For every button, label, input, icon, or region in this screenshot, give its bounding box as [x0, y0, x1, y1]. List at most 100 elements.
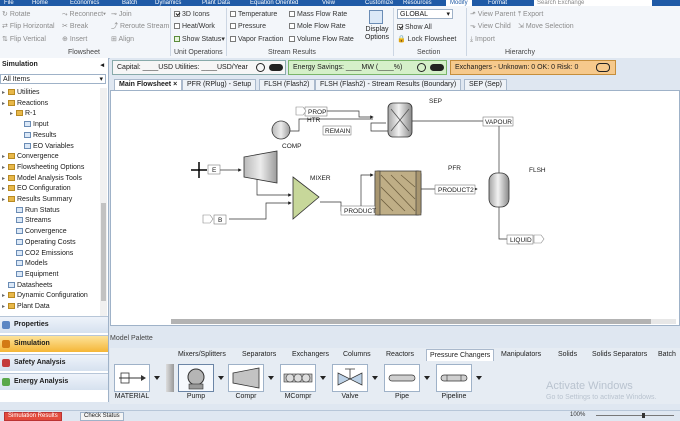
mixer-block[interactable]: MIXER	[292, 175, 331, 220]
tree-item[interactable]: ▸ Reactions	[2, 99, 48, 109]
tree-item[interactable]: Streams	[10, 216, 51, 226]
nav-properties-button[interactable]: Properties	[0, 316, 108, 333]
check-status-button[interactable]: Check Status	[80, 412, 124, 421]
palette-item-pump[interactable]: Pump	[178, 364, 214, 402]
nav-simulation-button[interactable]: Simulation	[0, 335, 108, 352]
vapor-fraction-checkbox[interactable]: Vapor Fraction	[230, 35, 283, 44]
tree-item[interactable]: Input	[18, 120, 49, 130]
reroute-stream-button[interactable]: ⤴ Reroute Stream	[111, 22, 169, 31]
tree-item[interactable]: Run Status	[10, 206, 60, 216]
palette-tab-batch[interactable]: Batch	[658, 349, 676, 361]
nav-safety-analysis-button[interactable]: Safety Analysis	[0, 354, 108, 371]
volume-flow-rate-checkbox[interactable]: Volume Flow Rate	[289, 35, 354, 44]
display-options-button[interactable]: Display Options	[362, 10, 390, 46]
toggle-switch-icon[interactable]	[269, 64, 283, 71]
exchangers-panel[interactable]: Exchangers - Unknown: 0 OK: 0 Risk: 0	[450, 60, 616, 75]
rotate-button[interactable]: ↻ Rotate	[2, 10, 30, 19]
show-all-checkbox[interactable]: Show All	[397, 23, 432, 32]
stream-b-line[interactable]	[229, 201, 292, 220]
chevron-left-icon[interactable]: ◂	[100, 61, 104, 69]
tree-item[interactable]: ▸ R-1	[10, 109, 36, 119]
3d-icons-checkbox[interactable]: 3D Icons	[174, 10, 210, 19]
insert-button[interactable]: ⊕ Insert	[62, 35, 87, 44]
mass-flow-rate-checkbox[interactable]: Mass Flow Rate	[289, 10, 347, 19]
chevron-down-icon[interactable]	[476, 376, 482, 380]
flip-horizontal-button[interactable]: ⇄ Flip Horizontal	[2, 22, 55, 31]
chevron-down-icon[interactable]	[424, 376, 430, 380]
palette-tab-separators[interactable]: Separators	[242, 349, 276, 361]
chevron-down-icon[interactable]	[218, 376, 224, 380]
palette-item-pipeline[interactable]: Pipeline	[436, 364, 472, 402]
view-parent-button[interactable]: ⬏ View Parent	[470, 10, 515, 19]
tab-main-flowsheet[interactable]: Main Flowsheet ×	[114, 79, 183, 90]
palette-item-valve[interactable]: Valve	[332, 364, 368, 402]
tree-item[interactable]: ▸ Plant Data	[2, 302, 50, 312]
chevron-down-icon[interactable]	[154, 376, 160, 380]
heat-work-checkbox[interactable]: Heat/Work	[174, 22, 215, 31]
tree-item[interactable]: ▸ Convergence	[2, 152, 59, 162]
tree-item[interactable]: ▸ Dynamic Configuration	[2, 291, 88, 301]
tree-item[interactable]: ▸ Utilities	[2, 88, 40, 98]
compressor-block[interactable]	[243, 150, 278, 184]
section-dropdown[interactable]: GLOBAL ▾	[397, 9, 453, 19]
flsh-block[interactable]: FLSH	[488, 167, 546, 208]
show-status-button[interactable]: Show Status▾	[174, 35, 225, 44]
reconnect-button[interactable]: ⤳ Reconnect▾	[62, 10, 106, 19]
palette-tab-columns[interactable]: Columns	[343, 349, 371, 361]
tab-flsh[interactable]: FLSH (Flash2)	[259, 79, 315, 90]
toggle-switch-icon[interactable]	[430, 64, 444, 71]
navigation-scrollbar-thumb[interactable]	[101, 203, 106, 301]
tree-item[interactable]: ▸ Flowsheeting Options	[2, 163, 84, 173]
comp-block[interactable]: COMP	[271, 120, 302, 150]
sep-block[interactable]: SEP	[387, 98, 442, 138]
exchanger-dropdown-icon[interactable]	[596, 63, 610, 72]
palette-item-mcompr[interactable]: MCompr	[280, 364, 316, 402]
chevron-down-icon[interactable]	[372, 376, 378, 380]
export-button[interactable]: ⤒ Export	[518, 10, 543, 19]
palette-tab-exchangers[interactable]: Exchangers	[292, 349, 329, 361]
align-button[interactable]: ⊞ Align	[111, 35, 134, 44]
tree-item[interactable]: ▸ Model Analysis Tools	[2, 174, 82, 184]
join-button[interactable]: ⊸ Join	[111, 10, 132, 19]
flip-vertical-button[interactable]: ⇅ Flip Vertical	[2, 35, 46, 44]
energy-savings-panel[interactable]: Energy Savings: ____MW (____%)	[288, 60, 447, 75]
tree-item[interactable]: Results	[18, 131, 56, 141]
zoom-slider[interactable]	[596, 415, 674, 416]
tab-pfr-setup[interactable]: PFR (RPlug) - Setup	[182, 79, 257, 90]
tree-item[interactable]: ▸ Results Summary	[2, 195, 72, 205]
palette-tab-reactors[interactable]: Reactors	[386, 349, 414, 361]
tree-item[interactable]: Equipment	[10, 270, 58, 280]
tree-item[interactable]: Convergence	[10, 227, 67, 237]
flowsheet-canvas[interactable]: SEP COMP MIXER PFR FLSH PROP HTR REMAIN …	[110, 90, 680, 326]
tree-item[interactable]: Datasheets	[2, 281, 52, 291]
palette-tab-mixers-splitters[interactable]: Mixers/Splitters	[178, 349, 226, 361]
mole-flow-rate-checkbox[interactable]: Mole Flow Rate	[289, 22, 346, 31]
canvas-horizontal-scrollbar-thumb[interactable]	[171, 319, 651, 324]
nav-energy-analysis-button[interactable]: Energy Analysis	[0, 373, 108, 390]
view-child-button[interactable]: ⬎ View Child	[470, 22, 511, 31]
zoom-slider-thumb[interactable]	[642, 413, 645, 418]
palette-scroll-left-icon[interactable]	[166, 364, 174, 392]
palette-tab-solids[interactable]: Solids	[558, 349, 577, 361]
palette-tab-pressure-changers[interactable]: Pressure Changers	[426, 349, 495, 361]
tree-item[interactable]: ▸ EO Configuration	[2, 184, 71, 194]
tree-item[interactable]: EO Variables	[18, 142, 74, 152]
tab-sep[interactable]: SEP (Sep)	[464, 79, 507, 90]
navigation-filter-dropdown[interactable]: All Items ▾	[0, 74, 106, 84]
capital-utilities-panel[interactable]: Capital: ____USD Utilities: ____USD/Year	[112, 60, 286, 75]
palette-tab-manipulators[interactable]: Manipulators	[501, 349, 541, 361]
tree-item[interactable]: CO2 Emissions	[10, 249, 73, 259]
tree-item[interactable]: Operating Costs	[10, 238, 76, 248]
chevron-down-icon[interactable]	[268, 376, 274, 380]
palette-item-compr[interactable]: Compr	[228, 364, 264, 402]
lock-flowsheet-button[interactable]: 🔒 Lock Flowsheet	[397, 35, 456, 44]
stream-liquid-line[interactable]	[498, 205, 532, 241]
palette-item-material[interactable]: MATERIAL	[114, 364, 150, 402]
pressure-checkbox[interactable]: Pressure	[230, 22, 266, 31]
move-selection-button[interactable]: ⇲ Move Selection	[518, 22, 574, 31]
palette-item-pipe[interactable]: Pipe	[384, 364, 420, 402]
chevron-down-icon[interactable]	[320, 376, 326, 380]
break-button[interactable]: ✂ Break	[62, 22, 88, 31]
tab-flsh-stream-results[interactable]: FLSH (Flash2) - Stream Results (Boundary…	[315, 79, 462, 90]
import-button[interactable]: ⤓ Import	[470, 35, 495, 44]
